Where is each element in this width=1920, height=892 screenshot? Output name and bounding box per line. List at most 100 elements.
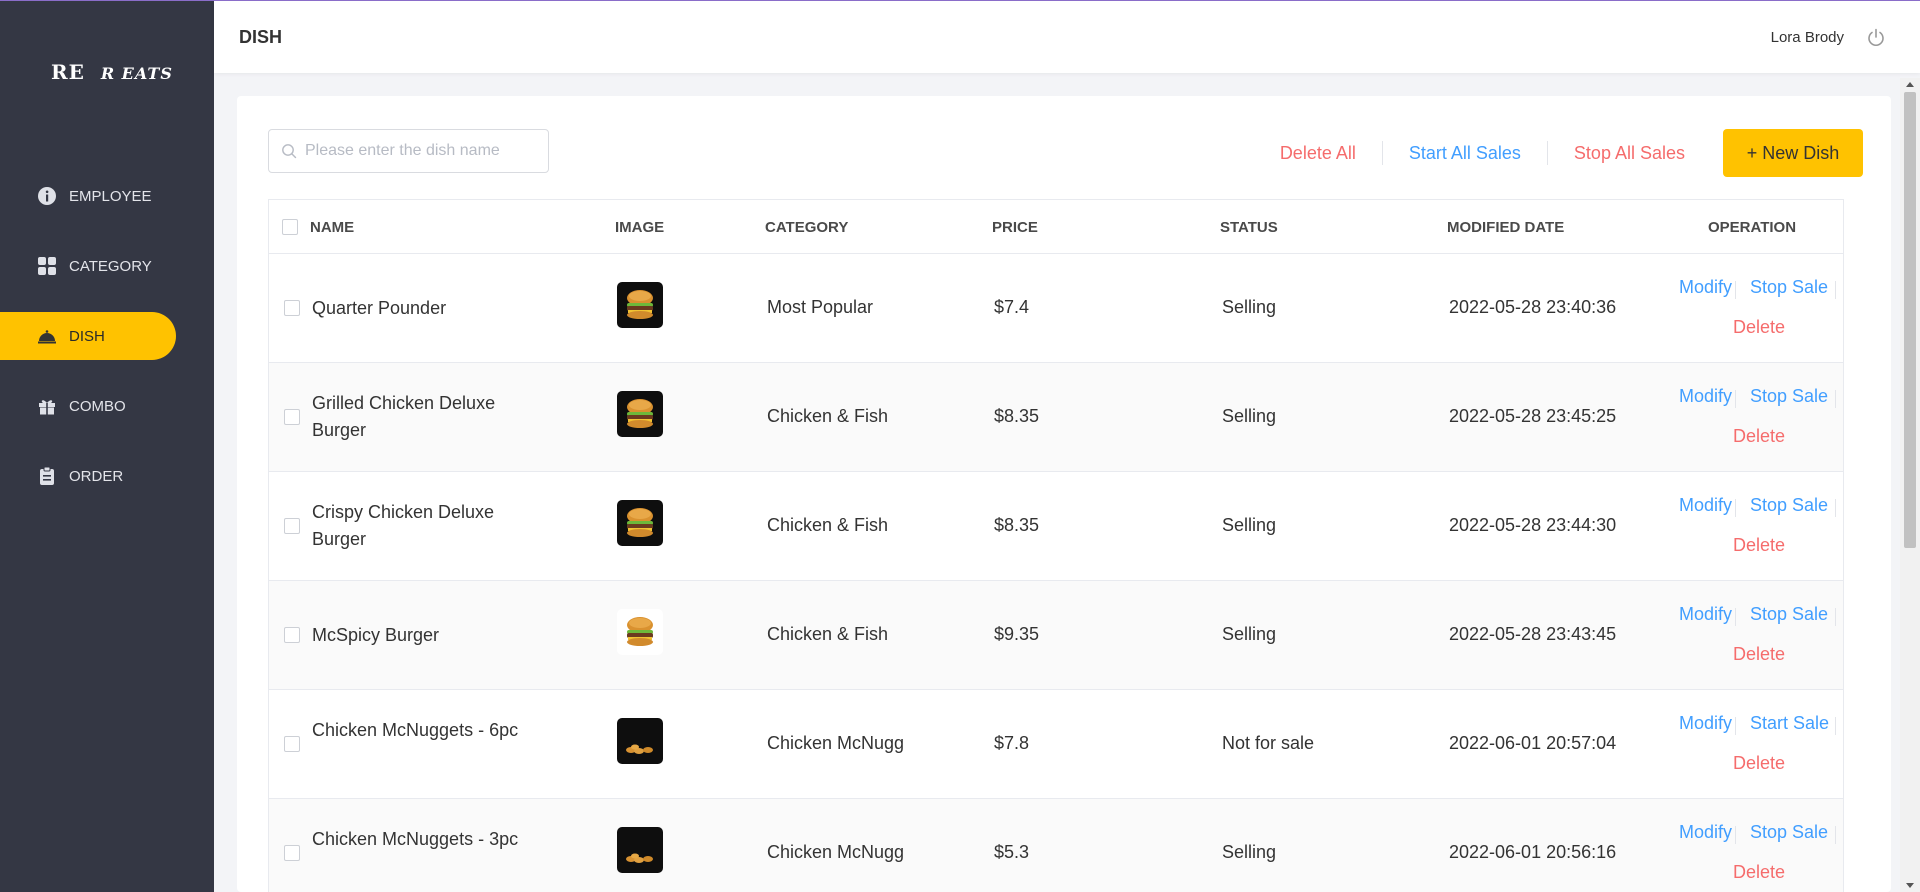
row-checkbox[interactable] [284, 518, 300, 534]
modify-button[interactable]: Modify [1679, 604, 1732, 625]
dish-price: $8.35 [994, 515, 1040, 535]
modify-button[interactable]: Modify [1679, 386, 1732, 407]
dish-name: Grilled Chicken Deluxe Burger [312, 393, 496, 440]
dish-name: Chicken McNuggets - 3pc [312, 829, 519, 849]
dish-category: Chicken McNugg [767, 842, 905, 862]
sidebar: RE R EATS EMPLOYEE CATEGORY DISH COMBO O… [0, 0, 214, 892]
power-icon[interactable] [1866, 27, 1886, 47]
row-checkbox[interactable] [284, 845, 300, 861]
dish-status: Selling [1222, 515, 1277, 535]
header-category[interactable]: CATEGORY [765, 219, 848, 236]
user-name[interactable]: Lora Brody [1771, 29, 1844, 46]
stop-sale-button[interactable]: Stop Sale [1750, 822, 1828, 843]
dish-category: Chicken McNugg [767, 733, 905, 753]
logo-main: RE [51, 60, 85, 84]
search-icon [282, 144, 297, 159]
divider [1735, 717, 1736, 735]
scroll-down-arrow[interactable] [1906, 883, 1914, 888]
bulk-actions: Delete All Start All Sales Stop All Sale… [1254, 129, 1863, 177]
sidebar-item-order[interactable]: ORDER [0, 452, 214, 500]
dish-name: McSpicy Burger [312, 625, 440, 645]
stop-sale-button[interactable]: Stop Sale [1750, 495, 1828, 516]
table-header: NAME IMAGE CATEGORY PRICE STATUS MODIFIE… [269, 200, 1843, 254]
dish-category: Most Popular [767, 297, 874, 317]
delete-button[interactable]: Delete [1733, 535, 1785, 556]
sidebar-item-label: COMBO [69, 397, 126, 415]
dish-price: $8.35 [994, 406, 1040, 426]
sidebar-item-category[interactable]: CATEGORY [0, 242, 214, 290]
sidebar-item-combo[interactable]: COMBO [0, 382, 214, 430]
select-all-checkbox[interactable] [282, 219, 298, 235]
table-row: Chicken McNuggets - 3pc Chicken McNugg $5.… [269, 799, 1843, 892]
dish-modified-date: 2022-06-01 20:56:16 [1449, 842, 1617, 862]
sidebar-item-label: CATEGORY [69, 257, 152, 275]
search-input[interactable] [305, 142, 535, 160]
divider [1835, 826, 1836, 844]
dish-table: NAME IMAGE CATEGORY PRICE STATUS MODIFIE… [268, 199, 1844, 892]
modify-button[interactable]: Modify [1679, 713, 1732, 734]
dish-price: $7.8 [994, 733, 1030, 753]
dish-price: $7.4 [994, 297, 1030, 317]
delete-button[interactable]: Delete [1733, 317, 1785, 338]
table-body: Quarter Pounder Most Popular $7.4 Selling 20… [269, 254, 1843, 892]
modify-button[interactable]: Modify [1679, 277, 1732, 298]
clipboard-icon [37, 466, 57, 486]
delete-all-button[interactable]: Delete All [1254, 143, 1382, 164]
start-sale-button[interactable]: Start Sale [1750, 713, 1829, 734]
delete-button[interactable]: Delete [1733, 753, 1785, 774]
sidebar-item-label: ORDER [69, 467, 124, 485]
dish-category: Chicken & Fish [767, 406, 889, 426]
dish-status: Not for sale [1222, 733, 1315, 753]
header-status[interactable]: STATUS [1220, 219, 1278, 236]
dish-price: $5.3 [994, 842, 1030, 862]
delete-button[interactable]: Delete [1733, 644, 1785, 665]
divider [1735, 281, 1736, 299]
stop-sale-button[interactable]: Stop Sale [1750, 386, 1828, 407]
sidebar-item-dish[interactable]: DISH [0, 312, 176, 360]
page-title: DISH [239, 27, 283, 47]
nuggets-image [617, 718, 663, 764]
page-scrollbar[interactable] [1900, 78, 1920, 892]
logo-rest: R EATS [100, 64, 173, 83]
row-checkbox[interactable] [284, 409, 300, 425]
dish-name: Crispy Chicken Deluxe Burger [312, 502, 495, 549]
dish-modified-date: 2022-06-01 20:57:04 [1449, 733, 1617, 753]
delete-button[interactable]: Delete [1733, 426, 1785, 447]
nuggets-image [617, 827, 663, 873]
table-row: McSpicy Burger Chicken & Fish $9.35 Selling… [269, 581, 1843, 690]
dish-status: Selling [1222, 406, 1277, 426]
top-accent-line [0, 0, 1920, 1]
table-row: Grilled Chicken Deluxe Burger Chicken & F… [269, 363, 1843, 472]
header-price[interactable]: PRICE [992, 219, 1038, 236]
table-row: Chicken McNuggets - 6pc Chicken McNugg $7.… [269, 690, 1843, 799]
modify-button[interactable]: Modify [1679, 495, 1732, 516]
header-image: IMAGE [615, 219, 665, 236]
dish-category: Chicken & Fish [767, 624, 889, 644]
burger-image [617, 391, 663, 437]
burger-image [617, 282, 663, 328]
scroll-up-arrow[interactable] [1906, 82, 1914, 87]
header-modified-date[interactable]: MODIFIED DATE [1447, 219, 1564, 236]
stop-sale-button[interactable]: Stop Sale [1750, 604, 1828, 625]
delete-button[interactable]: Delete [1733, 862, 1785, 883]
dish-modified-date: 2022-05-28 23:40:36 [1449, 297, 1617, 317]
header-operation: OPERATION [1708, 219, 1797, 236]
top-header: DISH Lora Brody [214, 1, 1920, 73]
new-dish-button[interactable]: + New Dish [1723, 129, 1863, 177]
header-name[interactable]: NAME [310, 219, 354, 236]
divider [1735, 608, 1736, 626]
stop-sale-button[interactable]: Stop Sale [1750, 277, 1828, 298]
divider [1735, 499, 1736, 517]
sidebar-item-employee[interactable]: EMPLOYEE [0, 172, 214, 220]
row-checkbox[interactable] [284, 627, 300, 643]
scroll-thumb[interactable] [1904, 92, 1916, 548]
stop-all-sales-button[interactable]: Stop All Sales [1548, 143, 1711, 164]
sidebar-item-label: EMPLOYEE [69, 187, 152, 205]
dish-modified-date: 2022-05-28 23:45:25 [1449, 406, 1617, 426]
modify-button[interactable]: Modify [1679, 822, 1732, 843]
row-checkbox[interactable] [284, 736, 300, 752]
start-all-sales-button[interactable]: Start All Sales [1383, 143, 1547, 164]
row-checkbox[interactable] [284, 300, 300, 316]
table-row: Quarter Pounder Most Popular $7.4 Selling 20… [269, 254, 1843, 363]
app-root: RE R EATS EMPLOYEE CATEGORY DISH COMBO O… [0, 0, 1920, 892]
